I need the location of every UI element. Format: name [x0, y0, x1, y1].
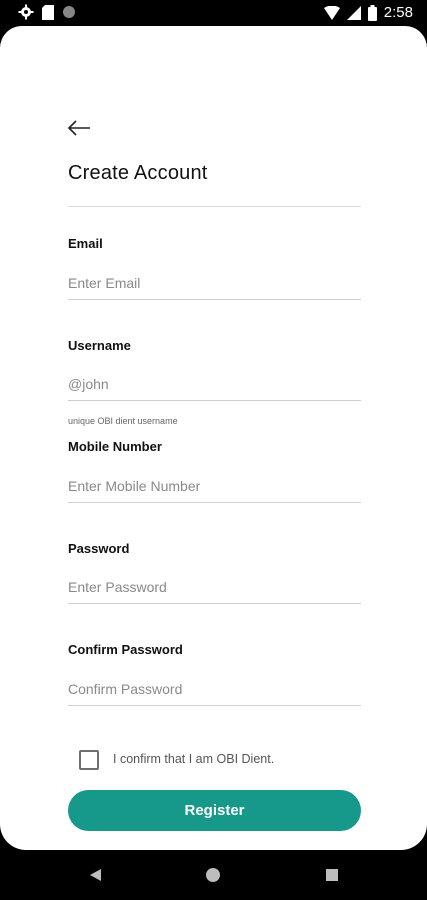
- signal-icon: [346, 5, 361, 20]
- status-right-icons: 2:58: [323, 4, 413, 21]
- wifi-icon: [323, 5, 340, 20]
- confirm-password-label: Confirm Password: [68, 642, 183, 657]
- circle-icon: [63, 6, 75, 18]
- confirm-obi-checkbox[interactable]: [79, 750, 99, 770]
- register-button[interactable]: Register: [68, 790, 361, 831]
- password-label: Password: [68, 541, 130, 556]
- username-input[interactable]: [68, 367, 361, 401]
- recents-square-icon[interactable]: [326, 869, 338, 881]
- mobile-label: Mobile Number: [68, 439, 162, 454]
- arrow-left-icon: [67, 120, 90, 136]
- email-input[interactable]: [68, 266, 361, 300]
- status-bar: 2:58: [0, 0, 427, 26]
- sim-card-icon: [42, 4, 54, 20]
- back-button[interactable]: [66, 118, 96, 140]
- status-time: 2:58: [383, 4, 413, 21]
- app-screen: Create Account Email Username unique OBI…: [0, 26, 427, 850]
- password-input[interactable]: [68, 570, 361, 604]
- email-label: Email: [68, 236, 103, 251]
- username-helper-text: unique OBI dient username: [68, 416, 178, 426]
- mobile-input[interactable]: [68, 469, 361, 503]
- username-label: Username: [68, 338, 131, 353]
- home-circle-icon[interactable]: [206, 868, 220, 882]
- navigation-bar: [0, 850, 427, 900]
- title-divider: [68, 206, 361, 207]
- page-title: Create Account: [68, 162, 208, 184]
- confirm-password-input[interactable]: [68, 672, 361, 706]
- gear-icon: [18, 4, 34, 20]
- battery-icon: [367, 4, 377, 21]
- confirm-obi-label: I confirm that I am OBI Dient.: [113, 752, 275, 766]
- status-left-icons: [18, 4, 76, 20]
- back-triangle-icon[interactable]: [88, 868, 102, 882]
